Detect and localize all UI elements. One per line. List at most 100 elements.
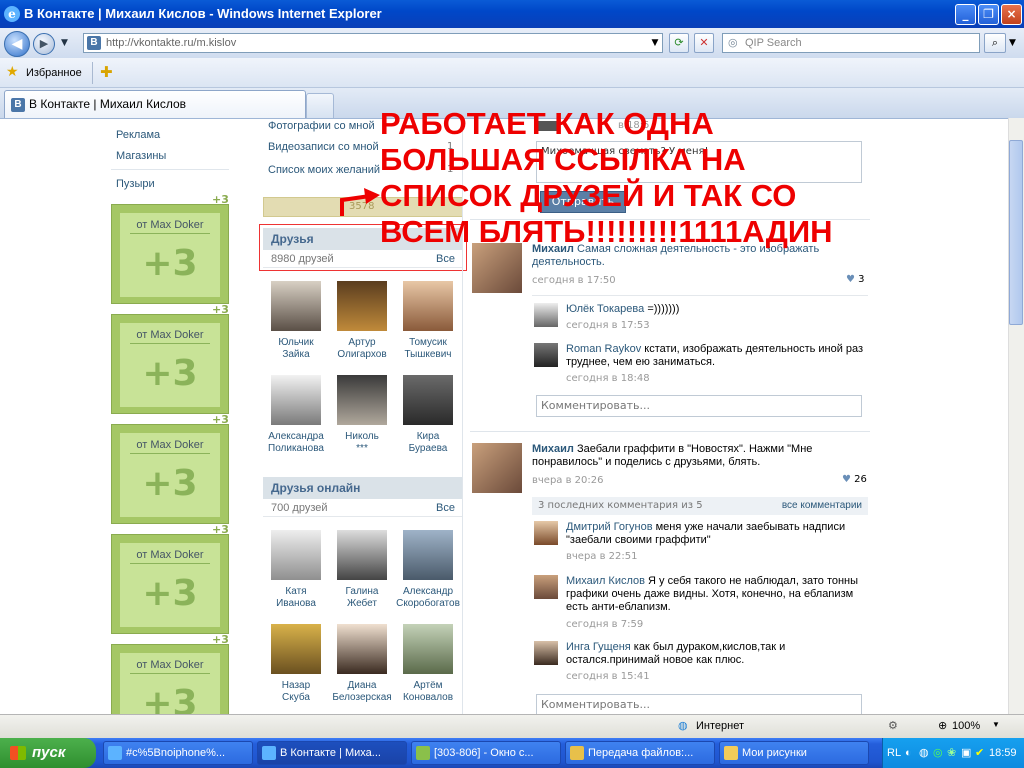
zoom-level[interactable]: 100% [952,720,980,732]
folder-icon [724,746,738,760]
new-tab-button[interactable] [306,93,334,118]
taskbar-button[interactable]: #c%5Bnoiphone%... [103,741,253,765]
friend-card[interactable]: Юльчик Зайка [263,281,329,361]
friend-card[interactable]: Кира Бураева [395,375,461,455]
taskbar-button[interactable]: Передача файлов:... [565,741,715,765]
ad-banner[interactable]: от Max Doker +3 [111,424,229,524]
photos-with-me-link[interactable]: Фотографии со мной [268,120,375,132]
tray-icon-5[interactable]: ▣ [961,738,971,768]
friend-photo [403,530,453,580]
post-author-avatar[interactable] [472,443,522,493]
history-dropdown-icon[interactable]: ▼ [61,38,68,48]
ad-from: от Max Doker [136,549,204,561]
like-button[interactable]: ♥ 26 [842,474,867,485]
ad-banner[interactable]: от Max Doker +3 [111,204,229,304]
friend-card[interactable]: Николь *** [329,375,395,455]
friend-photo [337,281,387,331]
favorites-button[interactable]: Избранное [26,67,82,79]
taskbar-button[interactable]: Мои рисунки [719,741,869,765]
protected-mode-icon[interactable]: ⚙ [888,719,898,732]
friends-online-all-link[interactable]: Все [436,499,455,517]
taskbar-button[interactable]: В Контакте | Миха... [257,741,407,765]
friend-card[interactable]: Катя Иванова [263,530,329,610]
like-button[interactable]: ♥ 3 [846,274,865,285]
friend-card[interactable]: Артём Коновалов [395,624,461,704]
friend-photo [271,375,321,425]
friend-card[interactable]: Диана Белозерская [329,624,395,704]
taskbar-button-label: В Контакте | Миха... [280,747,381,759]
search-input[interactable]: ◎ QIP Search [722,33,980,53]
comment-avatar[interactable] [534,641,558,665]
tray-icon-3[interactable]: ◎ [933,738,943,768]
ie-icon: e [4,6,20,22]
menu-item-shops[interactable]: Магазины [116,150,166,162]
scrollbar-thumb[interactable] [1009,140,1023,325]
start-button[interactable]: пуск [0,738,96,768]
friend-last-name: Олигархов [337,349,387,360]
comment-avatar[interactable] [534,303,558,327]
internet-zone-icon: ◍ [678,720,688,732]
forward-button[interactable]: ▶ [33,33,55,55]
friend-photo [337,530,387,580]
comment-input[interactable]: Комментировать... [536,694,862,714]
all-comments-link[interactable]: все комментарии [782,497,862,515]
tray-icon-2[interactable]: ◍ [919,738,929,768]
close-button[interactable]: × [1001,4,1022,25]
back-button[interactable]: ◀ [4,31,30,57]
minimize-button[interactable]: _ [955,4,976,25]
friend-last-name: Поликанова [268,443,324,454]
videos-with-me-link[interactable]: Видеозаписи со мной [268,141,379,153]
windows-logo-icon [10,746,26,760]
search-options-icon[interactable]: ▼ [1009,38,1016,48]
vk-favicon-icon: B [87,36,101,50]
comment-author[interactable]: Михаил Кислов [566,575,645,587]
comment-author[interactable]: Юлёк Токарева [566,303,644,315]
system-tray: RL ◐ ◍ ◎ ❀ ▣ ✔ 18:59 [882,738,1024,768]
taskbar-button[interactable]: [303-806] - Окно с... [411,741,561,765]
tray-icon-4[interactable]: ❀ [947,738,956,768]
ad-banner[interactable]: от Max Doker +3 [111,534,229,634]
friend-first-name: Томусик [409,337,447,348]
comment-author[interactable]: Инга Гущеня [566,641,631,653]
stop-button[interactable]: ✕ [694,33,714,53]
post-author-avatar[interactable] [472,243,522,293]
comment-time: сегодня в 7:59 [566,619,644,630]
comment-text: Дмитрий Гогунов меня уже начали заебыват… [566,521,866,547]
friend-card[interactable]: Томусик Тышкевич [395,281,461,361]
friend-photo [403,281,453,331]
address-dropdown-icon[interactable]: ▼ [647,34,663,52]
comment-avatar[interactable] [534,575,558,599]
tray-icon-1[interactable]: ◐ [905,738,912,768]
friend-card[interactable]: Александра Поликанова [263,375,329,455]
comment-avatar[interactable] [534,343,558,367]
post-author[interactable]: Михаил [532,443,574,455]
menu-item-bubbles[interactable]: Пузыри [116,178,155,190]
friend-card[interactable]: Назар Скуба [263,624,329,704]
menu-item-ads[interactable]: Реклама [116,129,160,141]
friend-last-name: Тышкевич [404,349,452,360]
ad-banner[interactable]: от Max Doker +3 [111,644,229,714]
comment-author[interactable]: Дмитрий Гогунов [566,521,653,533]
add-favorite-icon[interactable]: ✚ [100,63,113,81]
friend-card[interactable]: Артур Олигархов [329,281,395,361]
tray-icon-6[interactable]: ✔ [975,738,984,768]
comment-avatar[interactable] [534,521,558,545]
ad-value: +3 [142,243,198,284]
comment-input[interactable]: Комментировать... [536,395,862,417]
address-bar[interactable]: B http://vkontakte.ru/m.kislov [83,33,663,53]
friends-online-header[interactable]: Друзья онлайн [263,477,463,499]
ad-banner[interactable]: от Max Doker +3 [111,314,229,414]
maximize-button[interactable]: ❐ [978,4,999,25]
wishlist-link[interactable]: Список моих желаний [268,164,380,176]
comment-author[interactable]: Roman Raykov [566,343,641,355]
zoom-dropdown-icon[interactable]: ▼ [992,720,1000,729]
friends-all-link[interactable]: Все [436,250,455,268]
language-indicator[interactable]: RL [887,738,901,768]
friend-card[interactable]: Александр Скоробогатов [395,530,461,610]
search-button[interactable]: ⌕ [984,33,1006,53]
friend-card[interactable]: Галина Жебет [329,530,395,610]
tab-vkontakte[interactable]: B В Контакте | Михаил Кислов [4,90,306,118]
refresh-button[interactable]: ⟳ [669,33,689,53]
friend-first-name: Галина [345,586,379,597]
ie-icon [262,746,276,760]
